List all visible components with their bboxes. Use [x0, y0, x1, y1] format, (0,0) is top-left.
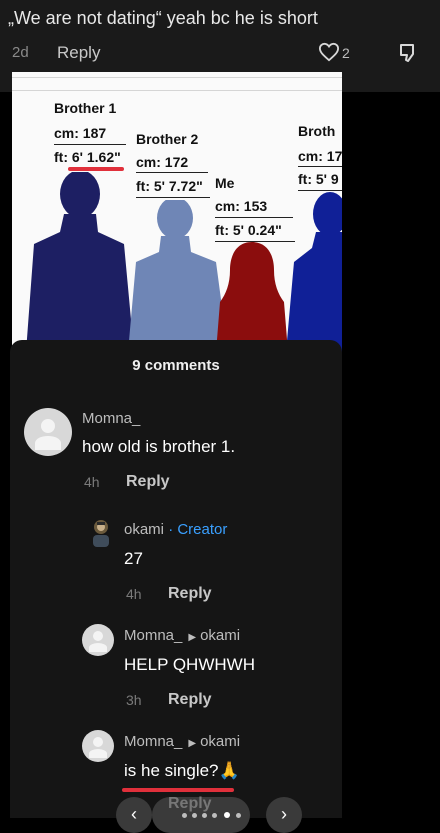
- comments-panel: 9 comments Momna_ how old is brother 1. …: [10, 340, 342, 833]
- comment-time: 4h: [126, 586, 142, 602]
- grid-line: [12, 90, 342, 91]
- divider: [54, 144, 126, 145]
- username[interactable]: okami: [124, 521, 164, 538]
- username[interactable]: Momna_: [124, 627, 182, 644]
- brother2-cm: cm: 172: [136, 154, 189, 170]
- comment-username[interactable]: Momna_ ▶ okami: [124, 733, 240, 750]
- pager-dot-active[interactable]: [224, 812, 230, 818]
- chevron-right-icon[interactable]: ›: [266, 797, 302, 833]
- reply-button[interactable]: Reply: [126, 473, 170, 491]
- me-name: Me: [215, 175, 235, 191]
- avatar-icon[interactable]: [90, 518, 112, 548]
- reply-button[interactable]: Reply: [168, 795, 212, 813]
- comment-text: HELP QHWHWH: [124, 655, 255, 674]
- brother3-name: Broth: [298, 123, 336, 139]
- pager-dot[interactable]: [182, 813, 187, 818]
- reply-arrow-icon: ▶: [188, 738, 197, 749]
- comment-text: is he single?🙏: [124, 761, 240, 780]
- brother2-ft: ft: 5' 7.72": [136, 178, 203, 194]
- brother3-silhouette: [286, 192, 342, 352]
- pager-dot[interactable]: [212, 813, 217, 818]
- heart-icon[interactable]: [318, 42, 340, 62]
- height-comparison-image: Brother 1 cm: 187 ft: 6' 1.62" Brother 2…: [12, 72, 342, 352]
- comment-text: 27: [124, 549, 143, 568]
- creator-badge: · Creator: [168, 521, 228, 538]
- pager-dot[interactable]: [202, 813, 207, 818]
- avatar-icon[interactable]: [24, 408, 72, 456]
- brother3-ft: ft: 5' 9: [298, 171, 339, 187]
- me-silhouette: [216, 242, 288, 352]
- top-reply-button[interactable]: Reply: [57, 43, 100, 63]
- reply-to-username[interactable]: okami: [200, 733, 240, 750]
- brother1-name: Brother 1: [54, 100, 117, 116]
- divider: [136, 197, 210, 198]
- chevron-left-icon[interactable]: ‹: [116, 797, 152, 833]
- highlight-underline: [122, 788, 234, 792]
- brother3-cm: cm: 17: [298, 148, 342, 164]
- comment-username[interactable]: Momna_: [82, 410, 140, 427]
- like-count: 2: [342, 45, 350, 61]
- brother1-cm: cm: 187: [54, 125, 107, 141]
- reply-button[interactable]: Reply: [168, 691, 212, 709]
- reply-button[interactable]: Reply: [168, 585, 212, 603]
- comment-username[interactable]: okami · Creator: [124, 521, 227, 538]
- top-comment-time: 2d: [12, 44, 29, 61]
- divider: [298, 190, 342, 191]
- top-comment-text: „We are not dating“ yeah bc he is short: [8, 8, 318, 28]
- divider: [298, 166, 342, 167]
- comment-text: how old is brother 1.: [82, 437, 236, 456]
- comment-username[interactable]: Momna_ ▶ okami: [124, 627, 240, 644]
- pager-dot[interactable]: [236, 813, 241, 818]
- reply-arrow-icon: ▶: [188, 632, 197, 643]
- comment-time: 3h: [126, 692, 142, 708]
- brother2-name: Brother 2: [136, 131, 199, 147]
- divider: [136, 172, 208, 173]
- comments-count: 9 comments: [132, 357, 220, 374]
- dislike-icon[interactable]: [398, 42, 418, 64]
- brother1-ft: ft: 6' 1.62": [54, 149, 121, 165]
- highlight-underline: [68, 167, 124, 171]
- brother1-silhouette: [26, 172, 134, 352]
- avatar-icon[interactable]: [82, 730, 114, 762]
- grid-line: [12, 77, 342, 78]
- pager-dot[interactable]: [192, 813, 197, 818]
- comment-time: 4h: [84, 474, 100, 490]
- username[interactable]: Momna_: [124, 733, 182, 750]
- reply-to-username[interactable]: okami: [200, 627, 240, 644]
- avatar-icon[interactable]: [82, 624, 114, 656]
